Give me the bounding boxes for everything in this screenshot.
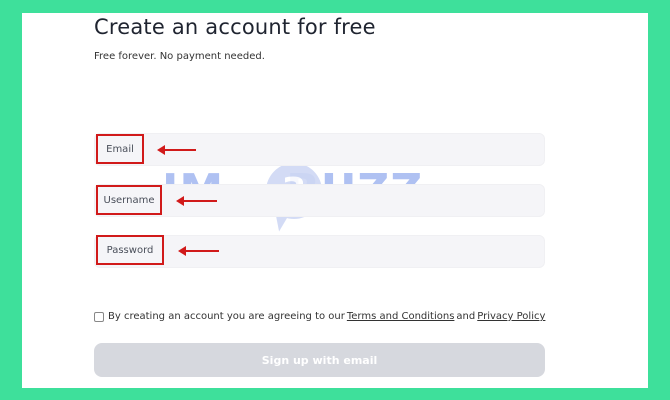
red-arrow-icon [176, 196, 217, 206]
signup-button[interactable]: Sign up with email [94, 343, 545, 377]
password-label: Password [106, 244, 154, 256]
red-arrow-icon [178, 246, 219, 256]
page-subtitle: Free forever. No payment needed. [94, 51, 265, 62]
checkbox-icon[interactable] [94, 311, 104, 322]
red-arrow-icon [157, 145, 196, 155]
privacy-link[interactable]: Privacy Policy [477, 311, 545, 322]
agreement-text: By creating an account you are agreeing … [108, 311, 345, 322]
username-label-highlight: Username [96, 185, 162, 215]
username-label: Username [103, 194, 155, 206]
terms-agreement: By creating an account you are agreeing … [94, 311, 545, 322]
signup-card: Create an account for free Free forever.… [22, 13, 648, 388]
email-label: Email [106, 143, 134, 155]
page-title: Create an account for free [94, 15, 376, 39]
password-label-highlight: Password [96, 235, 164, 265]
agreement-conjunction: and [456, 311, 476, 322]
email-label-highlight: Email [96, 134, 144, 164]
terms-link[interactable]: Terms and Conditions [347, 311, 455, 322]
